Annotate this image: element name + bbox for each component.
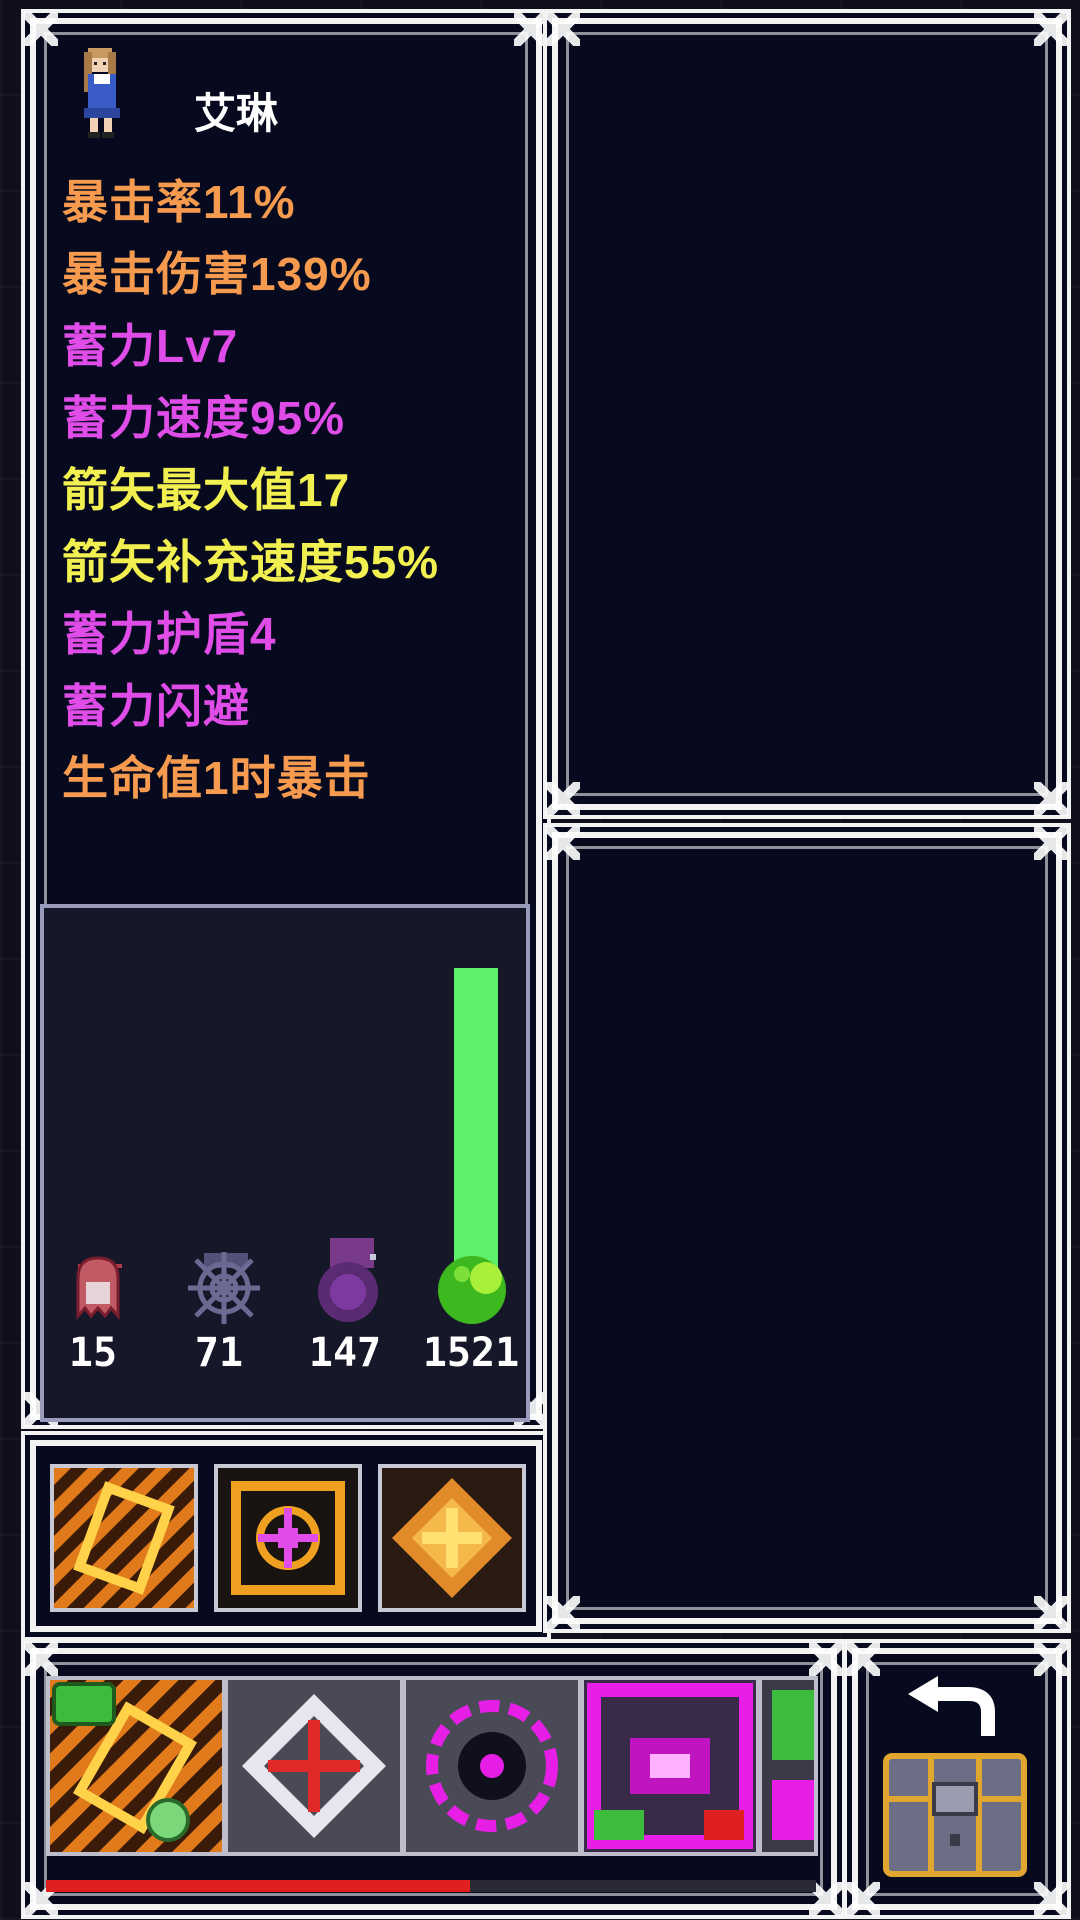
- item-slot-1[interactable]: [46, 1676, 226, 1856]
- equip-slot-2[interactable]: [214, 1464, 362, 1612]
- target-gem-icon: [218, 1468, 358, 1608]
- health-bar: [46, 1880, 816, 1892]
- corner-ornament: [546, 826, 580, 860]
- health-bar-fill: [46, 1880, 470, 1892]
- resource-count-web: 71: [194, 1330, 244, 1376]
- corner-ornament: [24, 12, 58, 46]
- scroll-coin-icon: [50, 1680, 222, 1852]
- stats-list: 暴击率11% 暴击伤害139% 蓄力Lv7 蓄力速度95% 箭矢最大值17 箭矢…: [62, 166, 439, 814]
- item-slot-3[interactable]: [402, 1676, 582, 1856]
- corner-ornament: [546, 1596, 580, 1630]
- swap-rune-icon: [584, 1680, 756, 1852]
- equipment-row: [30, 1440, 542, 1632]
- equip-slot-3[interactable]: [378, 1464, 526, 1612]
- stat-charge-dodge: 蓄力闪避: [62, 680, 250, 732]
- spiderweb-icon: [188, 1252, 260, 1324]
- scroll-card-icon: [54, 1468, 194, 1608]
- undo-arrow-icon[interactable]: [898, 1676, 1008, 1746]
- corner-ornament: [846, 1642, 880, 1676]
- stat-hp1-crit: 生命值1时暴击: [62, 752, 371, 804]
- right-top-panel: [546, 12, 1068, 816]
- corner-ornament: [809, 1642, 843, 1676]
- equip-slot-1[interactable]: [50, 1464, 198, 1612]
- ghost-icon: [76, 1256, 120, 1320]
- stat-charge-level: 蓄力Lv7: [62, 320, 239, 372]
- corner-ornament: [1034, 1882, 1068, 1916]
- crosshair-icon: [228, 1680, 400, 1852]
- item-slot-4[interactable]: [580, 1676, 760, 1856]
- character-avatar-icon: [84, 48, 120, 138]
- corner-ornament: [1034, 1642, 1068, 1676]
- stat-charge-speed: 蓄力速度95%: [62, 392, 346, 444]
- resource-count-slime: 1521: [422, 1330, 520, 1376]
- stat-crit-damage: 暴击伤害139%: [62, 248, 372, 300]
- corner-ornament: [846, 1882, 880, 1916]
- right-bottom-panel: [546, 826, 1068, 1630]
- item-bar: [24, 1642, 843, 1916]
- partial-rune-icon: [762, 1680, 814, 1852]
- corner-ornament: [1034, 1596, 1068, 1630]
- corner-ornament: [1034, 12, 1068, 46]
- corner-ornament: [514, 12, 548, 46]
- resource-count-orb: 147: [308, 1330, 382, 1376]
- resource-box: 15 71 147 1521: [40, 904, 530, 1422]
- item-slot-5[interactable]: [758, 1676, 818, 1856]
- corner-ornament: [1034, 782, 1068, 816]
- dark-orb-icon: [318, 1254, 378, 1322]
- resource-count-ghost: 15: [68, 1330, 118, 1376]
- slime-icon: [438, 1256, 506, 1324]
- magenta-ring-icon: [406, 1680, 578, 1852]
- corner-ornament: [546, 782, 580, 816]
- item-slot-2[interactable]: [224, 1676, 404, 1856]
- stat-charge-shield: 蓄力护盾4: [62, 608, 277, 660]
- corner-ornament: [24, 1642, 58, 1676]
- corner-ornament: [1034, 826, 1068, 860]
- stat-arrow-refill: 箭矢补充速度55%: [62, 536, 440, 588]
- character-name: 艾琳: [194, 90, 279, 137]
- stat-crit-rate: 暴击率11%: [62, 176, 296, 228]
- character-panel: 艾琳 暴击率11% 暴击伤害139% 蓄力Lv7 蓄力速度95% 箭矢最大值17…: [24, 12, 548, 1426]
- corner-ornament: [546, 12, 580, 46]
- stat-arrow-max: 箭矢最大值17: [62, 464, 351, 516]
- resource-bar-slime: [454, 968, 498, 1268]
- shuriken-card-icon: [382, 1468, 522, 1608]
- chest-panel[interactable]: [846, 1642, 1068, 1916]
- treasure-chest-icon[interactable]: [880, 1750, 1030, 1880]
